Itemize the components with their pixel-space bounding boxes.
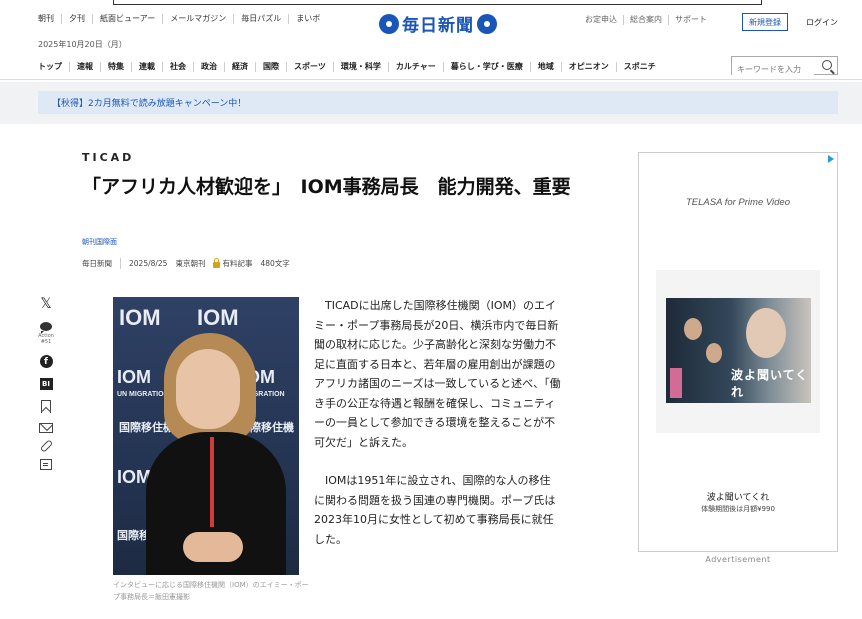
bi-icon: BI [39, 378, 53, 390]
article-section[interactable]: 朝刊国際面 [82, 237, 117, 247]
poster-title: 波よ聞いてくれ [731, 368, 809, 399]
util-link-evening[interactable]: 夕刊 [62, 14, 93, 24]
photo-caption: インタビューに応じる国際移住機関（IOM）のエイミー・ポープ事務局長＝飯田憲撮影 [113, 581, 309, 601]
lock-icon [213, 257, 221, 268]
nav-item-politics[interactable]: 政治 [194, 62, 225, 72]
comment-label: Action #51 [38, 333, 54, 345]
nav-item-top[interactable]: トップ [38, 62, 70, 72]
share-rail: 𝕏 Action #51 f BI [35, 296, 57, 480]
comment-icon [40, 322, 52, 334]
nav-item-society[interactable]: 社会 [163, 62, 194, 72]
article-meta: 毎日新聞 2025/8/25 東京朝刊 有料記事 480文字 [82, 257, 290, 269]
bookmark-button[interactable] [41, 400, 51, 413]
facebook-icon: f [39, 355, 53, 368]
article-headline: 「アフリカ人材歓迎を」 IOM事務局長 能力開発、重要 [82, 176, 571, 198]
header-date: 2025年10月20日（月） [38, 40, 127, 49]
nav-item-features[interactable]: 特集 [101, 62, 132, 72]
link-subscribe[interactable]: お定申込 [585, 15, 624, 25]
share-bi-button[interactable]: BI [39, 378, 53, 390]
ad-brand: TELASA for Prime Video [685, 197, 791, 208]
logo-text: 毎日新聞 [402, 16, 474, 36]
login-link[interactable]: ログイン [806, 17, 838, 28]
ad-title: 波よ聞いてくれ [706, 493, 770, 503]
link-guide[interactable]: 総合案内 [624, 15, 669, 25]
advertisement[interactable]: TELASA for Prime Video 波よ聞いてくれ 波よ聞いてくれ 体… [638, 152, 838, 552]
promo-banner[interactable]: 【秋得】2カ月無料で読み放題キャンペーン中！ [38, 91, 838, 114]
advertisement-label: Advertisement [705, 555, 771, 564]
photo-wall-logo: IOM [119, 305, 161, 330]
ad-price: 体験期間後は月額¥990 [701, 505, 775, 513]
promo-area: 【秋得】2カ月無料で読み放題キャンペーン中！ [0, 82, 862, 124]
nav-item-opinion[interactable]: オピニオン [562, 62, 617, 72]
mail-icon [39, 423, 53, 433]
nav-item-sports[interactable]: スポーツ [287, 62, 334, 72]
main-nav: トップ 速報 特集 連載 社会 政治 経済 国際 スポーツ 環境・科学 カルチャ… [0, 54, 862, 80]
poster-figure [684, 318, 702, 340]
register-button[interactable]: 新規登録 [742, 13, 788, 31]
article-kicker[interactable]: TICAD [82, 151, 134, 164]
article-publisher: 毎日新聞 [82, 258, 121, 269]
photo-wall-logo: IOM [197, 305, 239, 330]
x-icon: 𝕏 [40, 296, 52, 312]
util-link-viewer[interactable]: 紙面ビューアー [93, 14, 164, 24]
nav-item-breaking[interactable]: 速報 [70, 62, 101, 72]
logo-mark-icon [379, 13, 399, 34]
article-photo[interactable]: IOM IOM IOM IOM UN MIGRATION UN MIGRATIO… [113, 297, 299, 575]
mail-share-button[interactable] [39, 423, 53, 433]
bookmark-icon [41, 400, 51, 413]
utility-links: 朝刊 夕刊 紙面ビューアー メールマガジン 毎日パズル まいボ [38, 14, 327, 24]
poster-accent [670, 368, 682, 398]
article-date: 2025/8/25 [129, 259, 168, 268]
article-paragraph: IOMは1951年に設立され、国際的な人の移住に関わる問題を扱う国連の専門機関。… [314, 474, 556, 546]
ad-poster[interactable]: 波よ聞いてくれ [666, 298, 811, 403]
char-count: 480文字 [260, 259, 290, 268]
comment-button[interactable]: Action #51 [35, 322, 57, 345]
photo-wall-logo: IOM [117, 367, 151, 387]
print-icon [40, 459, 52, 470]
util-link-maibo[interactable]: まいボ [289, 14, 327, 24]
nav-item-regional[interactable]: 地域 [531, 62, 562, 72]
paid-badge: 有料記事 [222, 259, 253, 268]
poster-figure [706, 343, 722, 363]
header-right-links: お定申込 総合案内 サポート [585, 15, 713, 25]
subject-lanyard [210, 437, 214, 527]
nav-item-economy[interactable]: 経済 [225, 62, 256, 72]
nav-item-series[interactable]: 連載 [132, 62, 163, 72]
link-icon [39, 439, 53, 453]
article-edition: 東京朝刊 [175, 259, 206, 268]
top-frame-border [113, 0, 762, 5]
search-box [731, 56, 838, 78]
nav-item-international[interactable]: 国際 [256, 62, 287, 72]
nav-item-sponichi[interactable]: スポニチ [617, 62, 663, 72]
link-support[interactable]: サポート [669, 15, 713, 25]
search-icon[interactable] [822, 60, 832, 70]
article-paragraph: TICADに出席した国際移住機関（IOM）のエイミー・ポープ事務局長が20日、横… [314, 299, 561, 449]
photo-wall-tagline: UN MIGRATION [117, 391, 169, 398]
search-input[interactable] [732, 61, 814, 78]
site-logo[interactable]: 毎日新聞 [379, 11, 497, 36]
subject-hands [183, 532, 243, 562]
logo-mark-icon [477, 13, 497, 34]
share-facebook-button[interactable]: f [39, 355, 53, 368]
adchoices-icon[interactable] [828, 155, 834, 163]
util-link-morning[interactable]: 朝刊 [38, 14, 62, 24]
subject-face [176, 349, 240, 429]
print-button[interactable] [40, 459, 52, 470]
poster-figure [746, 308, 786, 358]
copy-link-button[interactable] [39, 439, 53, 453]
article-body: TICADに出席した国際移住機関（IOM）のエイミー・ポープ事務局長が20日、横… [314, 296, 561, 568]
nav-item-science[interactable]: 環境・科学 [334, 62, 389, 72]
share-x-button[interactable]: 𝕏 [40, 296, 51, 312]
util-link-puzzle[interactable]: 毎日パズル [234, 14, 290, 24]
nav-item-culture[interactable]: カルチャー [389, 62, 444, 72]
util-link-newsletter[interactable]: メールマガジン [163, 14, 235, 24]
nav-item-life[interactable]: 暮らし・学び・医療 [444, 62, 531, 72]
